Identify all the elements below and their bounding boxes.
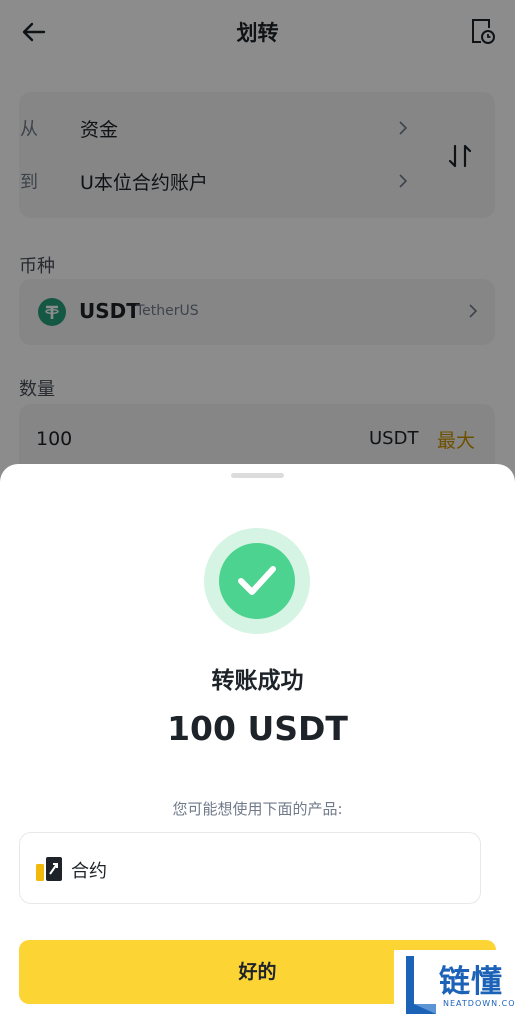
product-label: 合约 xyxy=(71,861,107,882)
sheet-handle[interactable] xyxy=(231,473,284,478)
watermark: 链懂 NEATDOWN.COM xyxy=(394,950,515,1020)
watermark-text: 链懂 xyxy=(439,964,503,1000)
watermark-subtext: NEATDOWN.COM xyxy=(443,999,515,1008)
neatdown-logo-icon xyxy=(406,956,436,1014)
success-amount: 100 USDT xyxy=(167,709,348,748)
futures-icon xyxy=(36,857,62,881)
check-icon xyxy=(219,543,295,619)
success-sheet: 转账成功 100 USDT 您可能想使用下面的产品: 合约 好的 xyxy=(0,464,515,1020)
success-title: 转账成功 xyxy=(211,668,304,694)
suggestion-text: 您可能想使用下面的产品: xyxy=(172,800,343,818)
product-futures-card[interactable]: 合约 xyxy=(19,832,481,904)
